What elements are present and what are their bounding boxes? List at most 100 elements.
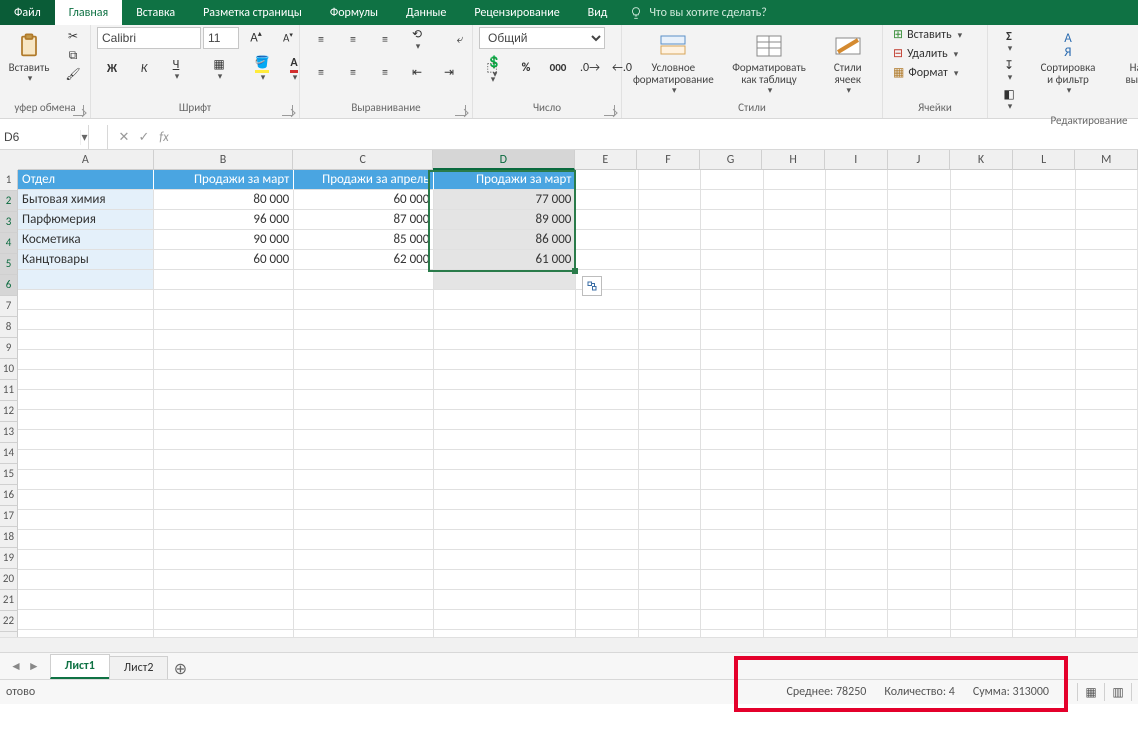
cell[interactable] <box>764 550 826 570</box>
cell[interactable] <box>1013 310 1075 330</box>
number-format-select[interactable]: Общий <box>479 27 605 49</box>
sheet-tab-2[interactable]: Лист2 <box>109 656 169 679</box>
cell[interactable] <box>951 190 1013 210</box>
cell[interactable] <box>639 590 701 610</box>
cell[interactable] <box>639 270 701 290</box>
cell[interactable] <box>951 370 1013 390</box>
cell[interactable] <box>888 550 950 570</box>
cell[interactable] <box>764 290 826 310</box>
tab-home[interactable]: Главная <box>55 0 122 25</box>
cell[interactable] <box>701 330 763 350</box>
cell[interactable] <box>18 510 154 530</box>
cell[interactable] <box>18 570 154 590</box>
column-header-F[interactable]: F <box>637 150 700 170</box>
cell[interactable] <box>434 330 576 350</box>
cell[interactable]: 86 000 <box>434 230 576 250</box>
cell[interactable] <box>1076 490 1138 510</box>
cell[interactable] <box>951 330 1013 350</box>
cell[interactable] <box>764 230 826 250</box>
cell[interactable] <box>951 270 1013 290</box>
cell[interactable] <box>888 230 950 250</box>
cell[interactable] <box>764 510 826 530</box>
cell[interactable] <box>764 170 826 190</box>
cell[interactable] <box>764 470 826 490</box>
cell[interactable] <box>701 170 763 190</box>
cell[interactable] <box>701 630 763 637</box>
cell[interactable] <box>826 470 888 490</box>
cell[interactable] <box>1076 390 1138 410</box>
cell[interactable] <box>639 410 701 430</box>
cell[interactable] <box>576 590 638 610</box>
row-header-22[interactable]: 22 <box>0 611 18 632</box>
row-header-11[interactable]: 11 <box>0 380 18 401</box>
cell[interactable] <box>951 250 1013 270</box>
row-header-2[interactable]: 2 <box>0 191 18 212</box>
cell[interactable] <box>434 370 576 390</box>
cell[interactable] <box>639 470 701 490</box>
cell[interactable] <box>1013 530 1075 550</box>
cell[interactable] <box>576 350 638 370</box>
cell[interactable] <box>1076 250 1138 270</box>
cell[interactable] <box>154 310 294 330</box>
cell[interactable] <box>639 350 701 370</box>
cell[interactable] <box>154 350 294 370</box>
cell[interactable] <box>1013 450 1075 470</box>
cell[interactable] <box>154 410 294 430</box>
cell[interactable] <box>576 190 638 210</box>
cancel-formula-button[interactable]: ✕ <box>116 130 132 145</box>
cell[interactable] <box>639 390 701 410</box>
cell[interactable] <box>701 410 763 430</box>
cell[interactable] <box>639 370 701 390</box>
name-box[interactable] <box>0 126 80 148</box>
row-header-17[interactable]: 17 <box>0 506 18 527</box>
cell[interactable] <box>294 470 434 490</box>
cell[interactable] <box>888 390 950 410</box>
cell[interactable]: Бытовая химия <box>18 190 154 210</box>
cell[interactable] <box>434 270 576 290</box>
cell[interactable] <box>826 190 888 210</box>
cell[interactable] <box>1013 210 1075 230</box>
cell[interactable] <box>434 350 576 370</box>
underline-button[interactable]: Ч▾ <box>161 57 191 84</box>
column-header-C[interactable]: C <box>293 150 433 170</box>
cell[interactable] <box>764 610 826 630</box>
cell[interactable] <box>888 570 950 590</box>
cell[interactable] <box>764 330 826 350</box>
cell[interactable]: Продажи за апрель <box>294 170 434 190</box>
cell[interactable]: 85 000 <box>294 230 434 250</box>
cell[interactable] <box>888 410 950 430</box>
cell[interactable] <box>1013 490 1075 510</box>
tab-data[interactable]: Данные <box>392 0 460 25</box>
cell[interactable] <box>1076 610 1138 630</box>
cell[interactable] <box>294 330 434 350</box>
cell[interactable] <box>701 590 763 610</box>
autofill-options-button[interactable] <box>582 276 602 296</box>
column-header-M[interactable]: M <box>1075 150 1138 170</box>
cell[interactable] <box>576 330 638 350</box>
cell[interactable] <box>1076 190 1138 210</box>
cell[interactable] <box>951 470 1013 490</box>
conditional-formatting-button[interactable]: Условное форматирование▾ <box>628 27 719 99</box>
cell[interactable]: 89 000 <box>434 210 576 230</box>
decrease-font-button[interactable]: A▾ <box>273 29 303 47</box>
cell[interactable] <box>764 490 826 510</box>
cell[interactable] <box>18 610 154 630</box>
cell[interactable] <box>826 370 888 390</box>
cell[interactable] <box>434 470 576 490</box>
sort-filter-button[interactable]: AЯ Сортировка и фильтр▾ <box>1030 27 1106 99</box>
font-name-input[interactable] <box>97 27 201 49</box>
cell[interactable] <box>18 390 154 410</box>
cell[interactable] <box>826 610 888 630</box>
cell[interactable] <box>434 570 576 590</box>
cell[interactable] <box>826 170 888 190</box>
cell[interactable] <box>701 490 763 510</box>
cell[interactable] <box>764 190 826 210</box>
cell[interactable] <box>434 630 576 637</box>
cell[interactable] <box>154 610 294 630</box>
row-header-19[interactable]: 19 <box>0 548 18 569</box>
dialog-launcher-icon[interactable] <box>282 105 293 116</box>
cell[interactable] <box>18 450 154 470</box>
cell[interactable] <box>1013 250 1075 270</box>
cell[interactable] <box>294 490 434 510</box>
cell[interactable] <box>701 390 763 410</box>
